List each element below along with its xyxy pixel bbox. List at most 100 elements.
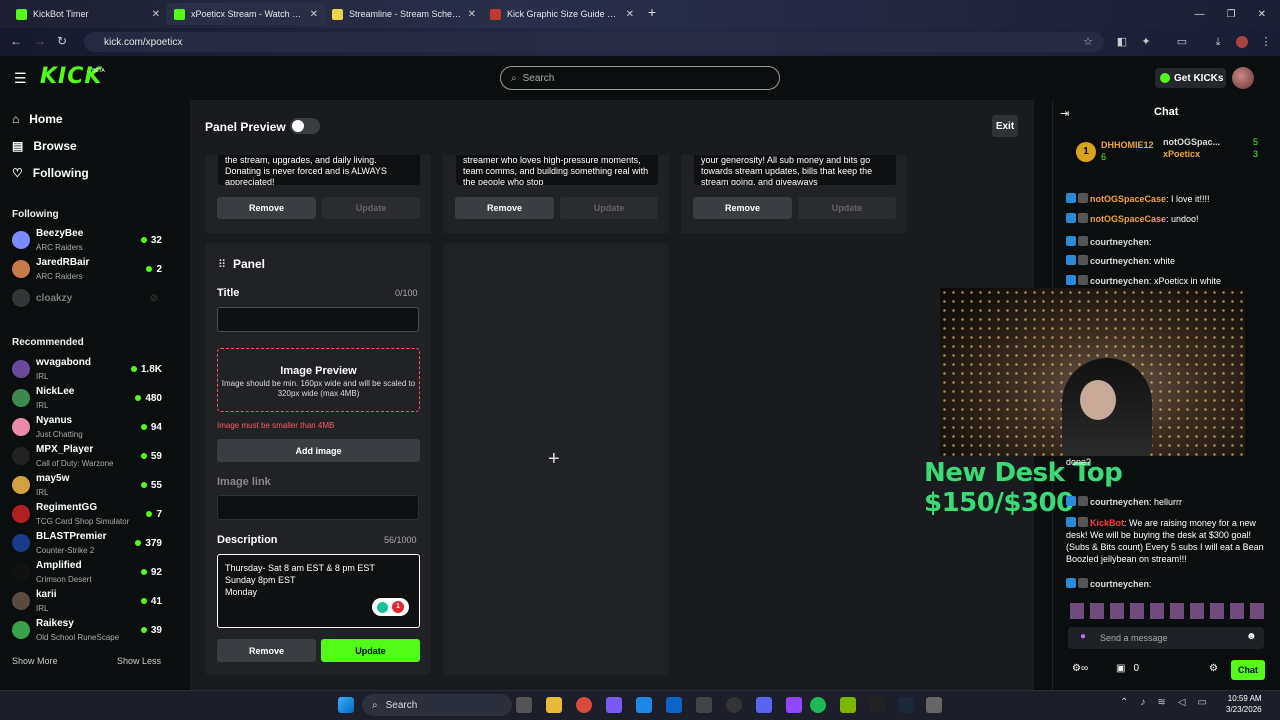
outlook-icon[interactable] — [666, 697, 682, 713]
twitch-icon[interactable] — [786, 697, 802, 713]
sidebar-channel[interactable]: karii IRL 41 — [12, 587, 162, 615]
profile-icon[interactable] — [1236, 36, 1248, 48]
chat-input[interactable]: Send a message — [1068, 627, 1264, 649]
chat-username[interactable]: courtneychen — [1090, 256, 1149, 266]
emote-bar[interactable] — [1070, 603, 1266, 619]
panel-description-field[interactable]: your generosity! All sub money and bits … — [694, 155, 896, 185]
app-icon[interactable] — [926, 697, 942, 713]
sidebar-channel[interactable]: may5w IRL 55 — [12, 471, 162, 499]
store-icon[interactable] — [636, 697, 652, 713]
steam-icon[interactable] — [898, 697, 914, 713]
file-explorer-icon[interactable] — [546, 697, 562, 713]
new-tab-icon[interactable]: + — [644, 5, 660, 21]
tab-streamline[interactable]: Streamline - Stream Schedule ✕ — [324, 3, 484, 25]
chat-message[interactable]: courtneychen: white — [1066, 255, 1271, 267]
task-view-icon[interactable] — [516, 697, 532, 713]
gift-icon[interactable]: ▣ — [1116, 663, 1125, 674]
extension-icon[interactable]: ◧ — [1116, 36, 1128, 48]
puzzle-icon[interactable]: ✦ — [1140, 36, 1152, 48]
grammar-checker-widget[interactable]: 1 — [372, 598, 409, 616]
update-button[interactable]: Update — [321, 639, 420, 662]
chat-username[interactable]: courtneychen — [1090, 579, 1149, 589]
chat-message[interactable]: courtneychen: — [1066, 236, 1271, 248]
sidebar-item-following[interactable]: ♡ Following — [12, 166, 89, 180]
sidebar-channel[interactable]: wvagabond IRL 1.8K — [12, 355, 162, 383]
taskbar-clock[interactable]: 10:59 AM 3/23/2026 — [1226, 693, 1262, 715]
sidebar-channel[interactable]: Nyanus Just Chatting 94 — [12, 413, 162, 441]
close-tab-icon[interactable]: ✕ — [626, 9, 634, 20]
system-tray[interactable]: ⌃ ♪ ≋ ◁ ▭ — [1120, 697, 1207, 708]
chat-message[interactable]: courtneychen: xPoeticx in white — [1066, 275, 1271, 287]
tab-kick-graphic-guide[interactable]: Kick Graphic Size Guide 2025 -✕ — [482, 3, 642, 25]
image-link-input[interactable] — [217, 495, 419, 520]
chrome-icon[interactable] — [576, 697, 592, 713]
update-button[interactable]: Update — [322, 197, 420, 219]
sidebar-channel[interactable]: cloakzy ⊘ — [12, 284, 162, 312]
app-icon[interactable] — [696, 697, 712, 713]
add-panel-plus-icon[interactable]: + — [548, 448, 560, 471]
tab-kickbot-timer[interactable]: KickBot Timer ✕ — [8, 3, 168, 25]
hamburger-menu-icon[interactable]: ☰ — [14, 70, 27, 87]
sidebar-channel[interactable]: JaredRBair ARC Raiders 2 — [12, 255, 162, 283]
update-button[interactable]: Update — [560, 197, 658, 219]
close-window-icon[interactable]: ✕ — [1258, 9, 1266, 20]
download-icon[interactable]: ⤓ — [1212, 36, 1224, 48]
add-image-button[interactable]: Add image — [217, 439, 420, 462]
chat-message[interactable]: notOGSpaceCase: undoo! — [1066, 213, 1271, 225]
search-input[interactable]: ⌕ Search — [500, 66, 780, 90]
reload-icon[interactable]: ↻ — [57, 34, 67, 48]
chat-username[interactable]: notOGSpaceCase — [1090, 214, 1166, 224]
remove-button[interactable]: Remove — [455, 197, 554, 219]
sidebar-channel[interactable]: Raikesy Old School RuneScape 39 — [12, 616, 162, 644]
panel-description-field[interactable]: streamer who loves high-pressure moments… — [456, 155, 658, 185]
maximize-icon[interactable]: ❐ — [1227, 9, 1236, 20]
chat-username[interactable]: courtneychen — [1090, 276, 1149, 286]
exit-button[interactable]: Exit — [992, 115, 1018, 137]
minecraft-icon[interactable] — [840, 697, 856, 713]
settings-icon[interactable]: ⚙∞ — [1072, 663, 1088, 674]
top-gifter-1[interactable]: 1 DHHOMIE12 6 — [1076, 140, 1154, 163]
panel-preview-toggle[interactable] — [290, 118, 320, 134]
chat-message[interactable]: notOGSpaceCase: I love it!!!! — [1066, 193, 1271, 205]
menu-dots-icon[interactable]: ⋮ — [1260, 36, 1272, 48]
remove-button[interactable]: Remove — [217, 197, 316, 219]
panel-description-field[interactable]: the stream, upgrades, and daily living. … — [218, 155, 420, 185]
chat-username[interactable]: courtneychen — [1090, 237, 1149, 247]
sidebar-channel[interactable]: RegimentGG TCG Card Shop Simulator 7 — [12, 500, 162, 528]
close-tab-icon[interactable]: ✕ — [468, 9, 476, 20]
drag-handle-icon[interactable]: ⠿ — [218, 258, 226, 271]
cast-icon[interactable]: ▭ — [1176, 36, 1188, 48]
obs-icon[interactable] — [870, 697, 886, 713]
chat-username[interactable]: courtneychen — [1090, 497, 1149, 507]
sidebar-channel[interactable]: Amplified Crimson Desert 92 — [12, 558, 162, 586]
show-less-link[interactable]: Show Less — [117, 656, 161, 666]
user-avatar[interactable] — [1232, 67, 1254, 89]
mic-icon[interactable]: ● — [1080, 631, 1086, 642]
forward-icon[interactable]: → — [34, 34, 46, 48]
chat-message[interactable]: KickBot: We are raising money for a new … — [1066, 517, 1271, 565]
url-field[interactable]: kick.com/xpoeticx — [84, 32, 1104, 52]
sidebar-channel[interactable]: NickLee IRL 480 — [12, 384, 162, 412]
sidebar-channel[interactable]: BeezyBee ARC Raiders 32 — [12, 226, 162, 254]
taskbar-search[interactable]: ⌕ Search — [362, 694, 512, 716]
description-textarea[interactable]: Thursday- Sat 8 am EST & 8 pm EST Sunday… — [217, 554, 420, 628]
chat-send-button[interactable]: Chat — [1231, 660, 1265, 680]
remove-button[interactable]: Remove — [693, 197, 792, 219]
close-tab-icon[interactable]: ✕ — [310, 9, 318, 20]
start-icon[interactable] — [338, 697, 354, 713]
chat-username[interactable]: KickBot — [1090, 518, 1124, 528]
update-button[interactable]: Update — [798, 197, 896, 219]
copilot-icon[interactable] — [606, 697, 622, 713]
sidebar-channel[interactable]: MPX_Player Call of Duty: Warzone 59 — [12, 442, 162, 470]
get-kicks-button[interactable]: Get KICKs — [1155, 68, 1226, 88]
discord-icon[interactable] — [756, 697, 772, 713]
chat-settings-icon[interactable]: ⚙ — [1209, 663, 1218, 674]
back-icon[interactable]: ← — [10, 34, 22, 48]
show-more-link[interactable]: Show More — [12, 656, 58, 666]
chat-message[interactable]: done? — [1066, 456, 1271, 468]
remove-button[interactable]: Remove — [217, 639, 316, 662]
spotify-icon[interactable] — [810, 697, 826, 713]
chat-username[interactable]: notOGSpaceCase — [1090, 194, 1166, 204]
sidebar-item-browse[interactable]: ▤ Browse — [12, 139, 77, 153]
title-input[interactable] — [217, 307, 419, 332]
